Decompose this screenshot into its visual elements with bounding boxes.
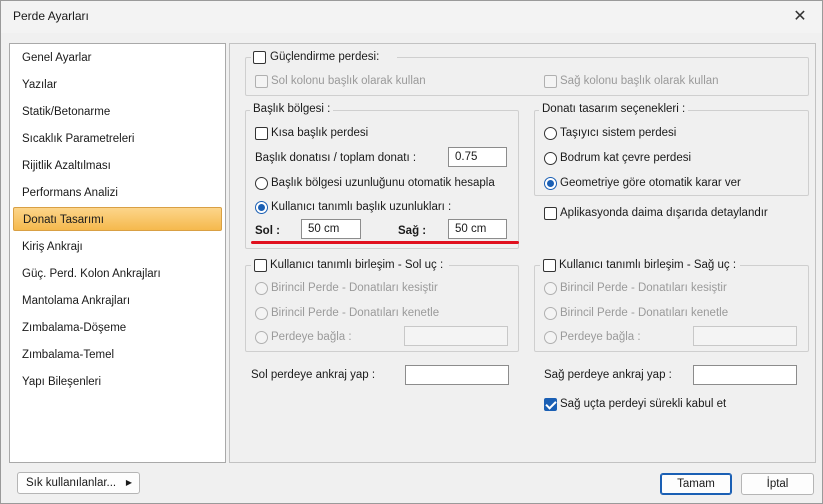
left-bind-input[interactable] xyxy=(404,326,508,346)
frequent-button-label: Sık kullanılanlar... xyxy=(26,477,117,489)
basement-wall-radio[interactable] xyxy=(544,152,557,165)
continuous-wall-checkbox[interactable] xyxy=(544,398,557,411)
title-bar: Perde Ayarları ✕ xyxy=(1,1,822,33)
right-intersect-label: Birincil Perde - Donatıları kesiştir xyxy=(560,282,727,294)
nav-item-statik-betonarme[interactable]: Statik/Betonarme xyxy=(13,100,222,124)
right-bind-radio[interactable] xyxy=(544,331,557,344)
ratio-label: Başlık donatısı / toplam donatı : xyxy=(255,152,417,164)
ok-button[interactable]: Tamam xyxy=(660,473,732,495)
left-length-label: Sol : xyxy=(255,225,280,237)
head-zone-title: Başlık bölgesi : xyxy=(250,103,334,115)
design-options-title: Donatı tasarım seçenekleri : xyxy=(539,103,689,115)
nav-item-yapi-bilesenleri[interactable]: Yapı Bileşenleri xyxy=(13,370,222,394)
left-column-head-checkbox[interactable] xyxy=(255,75,268,88)
chevron-right-icon: ▶ xyxy=(125,478,132,487)
left-bind-radio[interactable] xyxy=(255,331,268,344)
dialog-window: Perde Ayarları ✕ Genel Ayarlar Yazılar S… xyxy=(0,0,823,504)
user-defined-radio[interactable] xyxy=(255,201,268,214)
nav-item-sicaklik[interactable]: Sıcaklık Parametreleri xyxy=(13,127,222,151)
close-button[interactable]: ✕ xyxy=(784,5,816,29)
nav-item-genel-ayarlar[interactable]: Genel Ayarlar xyxy=(13,46,222,70)
right-column-head-checkbox[interactable] xyxy=(544,75,557,88)
nav-item-yazilar[interactable]: Yazılar xyxy=(13,73,222,97)
reinforcement-header: Güçlendirme perdesi: xyxy=(251,50,397,66)
detail-outside-label: Aplikasyonda daima dışarıda detaylandır xyxy=(560,207,768,219)
settings-nav: Genel Ayarlar Yazılar Statik/Betonarme S… xyxy=(9,43,226,463)
right-bind-input[interactable] xyxy=(693,326,797,346)
nav-item-donati-tasarimi[interactable]: Donatı Tasarımı xyxy=(13,207,222,231)
nav-item-zimbalama-doseme[interactable]: Zımbalama-Döşeme xyxy=(13,316,222,340)
right-length-input[interactable]: 50 cm xyxy=(448,219,507,239)
nav-item-kiris-ankraji[interactable]: Kiriş Ankrajı xyxy=(13,235,222,259)
nav-item-rijitlik[interactable]: Rijitlik Azaltılması xyxy=(13,154,222,178)
left-joint-checkbox[interactable] xyxy=(254,259,267,272)
close-icon: ✕ xyxy=(793,8,807,25)
annotation-underline xyxy=(251,241,519,244)
right-anchorage-input[interactable] xyxy=(693,365,797,385)
structural-wall-label: Taşıyıcı sistem perdesi xyxy=(560,127,677,139)
right-bind-label: Perdeye bağla : xyxy=(560,331,641,343)
left-length-input[interactable]: 50 cm xyxy=(301,219,361,239)
short-head-label: Kısa başlık perdesi xyxy=(271,127,369,139)
left-intersect-label: Birincil Perde - Donatıları kesiştir xyxy=(271,282,438,294)
structural-wall-radio[interactable] xyxy=(544,127,557,140)
detail-outside-checkbox[interactable] xyxy=(544,207,557,220)
right-length-label: Sağ : xyxy=(398,225,427,237)
left-joint-header: Kullanıcı tanımlı birleşim - Sol uç : xyxy=(251,258,449,274)
auto-calc-radio[interactable] xyxy=(255,177,268,190)
left-column-head-label: Sol kolonu başlık olarak kullan xyxy=(271,75,426,87)
auto-geometry-label: Geometriye göre otomatik karar ver xyxy=(560,177,741,189)
left-bind-label: Perdeye bağla : xyxy=(271,331,352,343)
window-title: Perde Ayarları xyxy=(13,9,89,23)
right-lock-radio[interactable] xyxy=(544,307,557,320)
nav-item-guc-perd-kolon[interactable]: Güç. Perd. Kolon Ankrajları xyxy=(13,262,222,286)
left-anchorage-input[interactable] xyxy=(405,365,509,385)
basement-wall-label: Bodrum kat çevre perdesi xyxy=(560,152,692,164)
auto-geometry-radio[interactable] xyxy=(544,177,557,190)
reinforcement-checkbox[interactable] xyxy=(253,51,266,64)
auto-calc-label: Başlık bölgesi uzunluğunu otomatik hesap… xyxy=(271,177,495,189)
nav-item-performans[interactable]: Performans Analizi xyxy=(13,181,222,205)
right-column-head-label: Sağ kolonu başlık olarak kullan xyxy=(560,75,719,87)
left-intersect-radio[interactable] xyxy=(255,282,268,295)
user-defined-label: Kullanıcı tanımlı başlık uzunlukları : xyxy=(271,201,452,213)
continuous-wall-label: Sağ uçta perdeyi sürekli kabul et xyxy=(560,398,727,410)
right-joint-checkbox[interactable] xyxy=(543,259,556,272)
cancel-button[interactable]: İptal xyxy=(741,473,814,495)
nav-item-mantolama[interactable]: Mantolama Ankrajları xyxy=(13,289,222,313)
right-joint-header: Kullanıcı tanımlı birleşim - Sağ uç : xyxy=(540,258,740,274)
left-joint-title: Kullanıcı tanımlı birleşim - Sol uç : xyxy=(270,259,444,271)
left-lock-label: Birincil Perde - Donatıları kenetle xyxy=(271,307,440,319)
left-lock-radio[interactable] xyxy=(255,307,268,320)
right-joint-title: Kullanıcı tanımlı birleşim - Sağ uç : xyxy=(559,259,737,271)
short-head-checkbox[interactable] xyxy=(255,127,268,140)
left-anchorage-label: Sol perdeye ankraj yap : xyxy=(251,369,376,381)
right-intersect-radio[interactable] xyxy=(544,282,557,295)
frequent-button[interactable]: Sık kullanılanlar... ▶ xyxy=(17,472,140,494)
reinforcement-label: Güçlendirme perdesi: xyxy=(270,51,380,63)
nav-item-zimbalama-temel[interactable]: Zımbalama-Temel xyxy=(13,343,222,367)
right-anchorage-label: Sağ perdeye ankraj yap : xyxy=(544,369,672,381)
right-lock-label: Birincil Perde - Donatıları kenetle xyxy=(560,307,729,319)
ratio-input[interactable]: 0.75 xyxy=(448,147,507,167)
